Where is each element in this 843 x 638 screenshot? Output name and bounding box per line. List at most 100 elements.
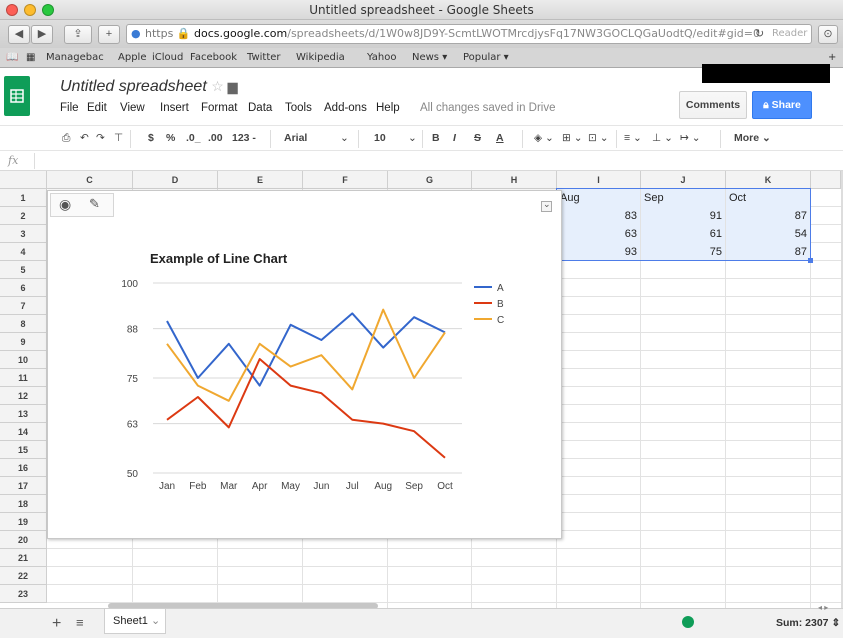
row-header[interactable]: 14 — [0, 423, 47, 441]
chevron-down-icon[interactable]: ⌄ — [151, 615, 160, 627]
row-header[interactable]: 6 — [0, 279, 47, 297]
menu-addons[interactable]: Add-ons — [324, 102, 367, 114]
column-header[interactable]: E — [218, 171, 303, 189]
menu-edit[interactable]: Edit — [87, 102, 107, 114]
row-header[interactable]: 7 — [0, 297, 47, 315]
row-header[interactable]: 1 — [0, 189, 47, 207]
currency-format-button[interactable]: $ — [148, 132, 154, 144]
vertical-align-icon[interactable]: ⊥ ⌄ — [652, 132, 673, 144]
decrease-decimal-button[interactable]: .0_ — [186, 132, 201, 144]
bold-button[interactable]: B — [432, 132, 440, 144]
chevron-down-icon[interactable]: ⌄ — [408, 132, 417, 144]
menu-file[interactable]: File — [60, 102, 79, 114]
italic-button[interactable]: I — [453, 132, 456, 144]
scroll-arrows[interactable]: ◂ ▸ — [818, 603, 828, 612]
menu-insert[interactable]: Insert — [160, 102, 189, 114]
row-header[interactable]: 11 — [0, 369, 47, 387]
all-sheets-list-icon[interactable]: ≡ — [76, 615, 84, 630]
menu-view[interactable]: View — [120, 102, 145, 114]
select-all-corner[interactable] — [0, 171, 47, 189]
selection-fill-handle[interactable] — [808, 258, 813, 263]
row-header[interactable]: 16 — [0, 459, 47, 477]
column-header[interactable]: F — [303, 171, 388, 189]
embedded-line-chart[interactable]: ◉ ✎ ⌄ Example of Line Chart 100 88 75 63 50 Ja… — [47, 190, 562, 539]
downloads-button[interactable]: ⊙ — [818, 25, 838, 44]
address-bar[interactable]: ● https 🔒 docs.google.com/spreadsheets/d… — [126, 24, 812, 44]
folder-icon[interactable]: ▆ — [228, 79, 238, 94]
undo-icon[interactable]: ↶ — [80, 132, 89, 144]
row-header[interactable]: 20 — [0, 531, 47, 549]
menu-tools[interactable]: Tools — [285, 102, 312, 114]
row-header[interactable]: 22 — [0, 567, 47, 585]
paint-format-icon[interactable]: ⊤ — [114, 132, 123, 144]
column-header[interactable]: K — [726, 171, 811, 189]
redo-icon[interactable]: ↷ — [96, 132, 105, 144]
font-family-dropdown[interactable]: Arial — [284, 132, 307, 144]
column-header[interactable]: C — [47, 171, 133, 189]
row-header[interactable]: 2 — [0, 207, 47, 225]
more-button[interactable]: More ⌄ — [734, 132, 771, 144]
bookmark-item[interactable]: Wikipedia — [296, 52, 345, 63]
pencil-icon[interactable]: ✎ — [89, 196, 100, 212]
reader-button[interactable]: Reader — [772, 25, 807, 43]
column-header[interactable]: H — [472, 171, 557, 189]
add-bookmark-button[interactable]: + — [828, 52, 836, 63]
row-header[interactable]: 17 — [0, 477, 47, 495]
column-header[interactable]: D — [133, 171, 218, 189]
row-header[interactable]: 10 — [0, 351, 47, 369]
text-color-button[interactable]: A — [496, 132, 504, 144]
document-title-text[interactable]: Untitled spreadsheet — [60, 78, 207, 95]
star-icon[interactable]: ☆ — [211, 78, 227, 94]
row-header[interactable]: 4 — [0, 243, 47, 261]
row-header[interactable]: 13 — [0, 405, 47, 423]
formula-input[interactable] — [34, 153, 834, 169]
percent-format-button[interactable]: % — [166, 132, 175, 144]
column-header[interactable]: I — [557, 171, 641, 189]
eye-icon[interactable]: ◉ — [59, 196, 71, 213]
top-sites-icon[interactable]: ▦ — [26, 52, 35, 63]
number-format-dropdown[interactable]: 123 - — [232, 132, 256, 144]
column-header[interactable]: G — [388, 171, 472, 189]
print-icon[interactable]: ⎙ — [62, 132, 70, 145]
bookmark-item[interactable]: iCloud — [152, 52, 183, 63]
row-header[interactable]: 19 — [0, 513, 47, 531]
share-page-button[interactable]: ⇪ — [64, 25, 92, 44]
chevron-down-icon[interactable]: ⌄ — [340, 132, 349, 144]
merge-cells-icon[interactable]: ⊡ ⌄ — [588, 132, 609, 144]
new-tab-button[interactable]: + — [98, 25, 120, 44]
row-header[interactable]: 15 — [0, 441, 47, 459]
font-size-dropdown[interactable]: 10 — [374, 132, 386, 144]
add-sheet-button[interactable]: + — [52, 615, 61, 633]
save-status[interactable]: All changes saved in Drive — [420, 102, 556, 114]
text-wrap-icon[interactable]: ↦ ⌄ — [680, 132, 701, 144]
row-header[interactable]: 9 — [0, 333, 47, 351]
row-header[interactable]: 5 — [0, 261, 47, 279]
row-header[interactable]: 12 — [0, 387, 47, 405]
bookmark-item[interactable]: Managebac — [46, 52, 104, 63]
row-header[interactable]: 23 — [0, 585, 47, 603]
horizontal-align-icon[interactable]: ≡ ⌄ — [624, 132, 642, 144]
forward-button[interactable]: ▶ — [31, 25, 53, 44]
chart-menu-button[interactable]: ⌄ — [541, 199, 552, 212]
comments-button[interactable]: Comments — [679, 91, 747, 119]
bookmark-item[interactable]: Popular ▾ — [463, 52, 509, 63]
sheet-tab[interactable]: Sheet1 ⌄ — [104, 609, 166, 634]
increase-decimal-button[interactable]: .00 — [208, 132, 223, 144]
share-button[interactable]: 🔒︎ Share — [752, 91, 812, 119]
borders-icon[interactable]: ⊞ ⌄ — [562, 132, 583, 144]
bookmark-item[interactable]: Apple — [118, 52, 146, 63]
bookmark-item[interactable]: Twitter — [247, 52, 281, 63]
row-header[interactable]: 21 — [0, 549, 47, 567]
back-button[interactable]: ◀ — [8, 25, 30, 44]
reload-icon[interactable]: ↻ — [755, 25, 764, 43]
sheets-logo[interactable] — [4, 76, 30, 116]
document-title[interactable]: Untitled spreadsheet ☆ ▆ — [60, 78, 238, 96]
bookmark-item[interactable]: Yahoo — [367, 52, 396, 63]
row-header[interactable]: 8 — [0, 315, 47, 333]
sum-indicator[interactable]: Sum: 2307 ⇕ — [776, 617, 840, 629]
bookmark-item[interactable]: Facebook — [190, 52, 237, 63]
menu-help[interactable]: Help — [376, 102, 400, 114]
row-header[interactable]: 18 — [0, 495, 47, 513]
reading-list-icon[interactable]: 📖 — [6, 52, 18, 63]
menu-data[interactable]: Data — [248, 102, 272, 114]
